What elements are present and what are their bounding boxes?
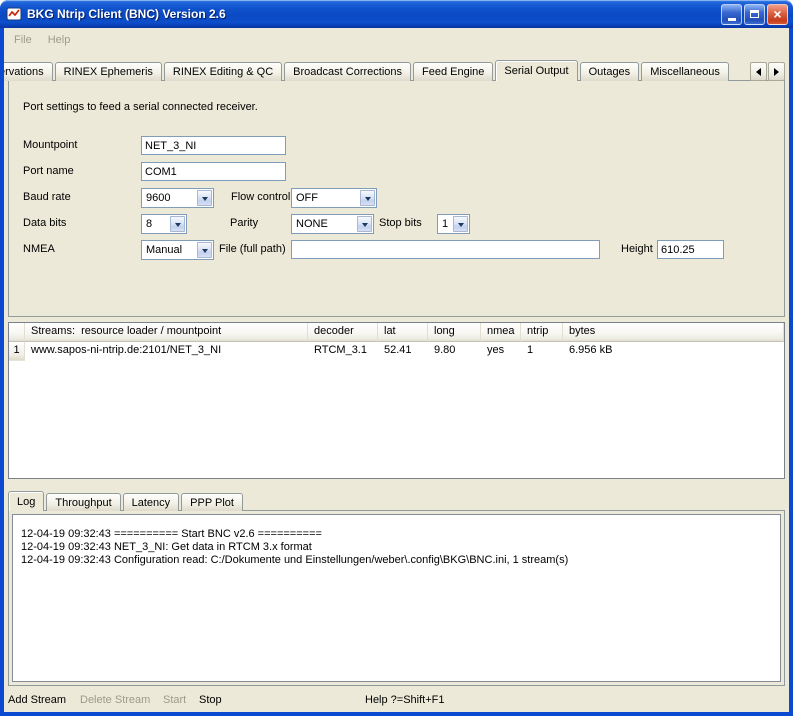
bottom-tab-bar: Log Throughput Latency PPP Plot [8,491,245,511]
menu-help[interactable]: Help [40,31,79,49]
log-line: 12-04-19 09:32:43 NET_3_NI: Get data in … [21,541,772,554]
tab-miscellaneous[interactable]: Miscellaneous [641,62,729,81]
streams-table: Streams: resource loader / mountpoint de… [8,322,785,479]
height-input[interactable] [657,240,724,259]
titlebar[interactable]: BKG Ntrip Client (BNC) Version 2.6 × [0,0,793,28]
add-stream-button[interactable]: Add Stream [8,694,66,706]
cell-nmea: yes [481,342,521,361]
log-panel: 12-04-19 09:32:43 ========== Start BNC v… [8,510,785,686]
col-bytes[interactable]: bytes [563,323,784,342]
mountpoint-label: Mountpoint [23,139,77,151]
tab-scroll-right-button[interactable] [768,62,785,81]
mountpoint-input[interactable] [141,136,286,155]
tab-latency[interactable]: Latency [123,493,180,511]
minimize-button[interactable] [721,4,742,25]
cell-bytes: 6.956 kB [563,342,784,361]
col-mountpoint[interactable]: Streams: resource loader / mountpoint [25,323,308,342]
cell-decoder: RTCM_3.1 [308,342,378,361]
window-controls: × [721,4,788,25]
tab-rinex-editing-qc[interactable]: RINEX Editing & QC [164,62,282,81]
tab-throughput[interactable]: Throughput [46,493,120,511]
log-line: 12-04-19 09:32:43 Configuration read: C:… [21,554,772,567]
stop-button[interactable]: Stop [199,694,222,706]
tab-rinex-ephemeris[interactable]: RINEX Ephemeris [55,62,162,81]
stop-bits-select[interactable]: 1 [437,214,470,234]
baud-rate-label: Baud rate [23,191,71,203]
nmea-select[interactable]: Manual [141,240,214,260]
file-path-input[interactable] [291,240,600,259]
col-ntrip[interactable]: ntrip [521,323,563,342]
menu-file[interactable]: File [6,31,40,49]
dropdown-arrow-icon [197,242,212,258]
start-button[interactable]: Start [163,694,186,706]
data-bits-select[interactable]: 8 [141,214,187,234]
log-output[interactable]: 12-04-19 09:32:43 ========== Start BNC v… [12,514,781,682]
dropdown-arrow-icon [170,216,185,232]
dropdown-arrow-icon [360,190,375,206]
row-number: 1 [9,342,25,361]
parity-label: Parity [230,217,258,229]
app-window: BKG Ntrip Client (BNC) Version 2.6 × Fil… [0,0,793,716]
row-number-header [9,323,25,342]
tab-bar: ervations RINEX Ephemeris RINEX Editing … [4,60,749,81]
cell-mountpoint: www.sapos-ni-ntrip.de:2101/NET_3_NI [25,342,308,361]
tab-scroll-buttons [750,62,785,81]
menubar: File Help [6,30,78,50]
delete-stream-button[interactable]: Delete Stream [80,694,150,706]
file-path-label: File (full path) [219,243,286,255]
flow-control-select[interactable]: OFF [291,188,377,208]
col-lat[interactable]: lat [378,323,428,342]
maximize-button[interactable] [744,4,765,25]
data-bits-label: Data bits [23,217,66,229]
tab-observations[interactable]: ervations [4,62,53,81]
dropdown-arrow-icon [453,216,468,232]
window-title: BKG Ntrip Client (BNC) Version 2.6 [27,7,721,21]
client-area: File Help ervations RINEX Ephemeris RINE… [4,28,789,712]
arrow-left-icon [756,68,761,76]
tab-feed-engine[interactable]: Feed Engine [413,62,493,81]
stop-bits-label: Stop bits [379,217,422,229]
height-label: Height [621,243,653,255]
app-icon [6,6,22,22]
tab-serial-output[interactable]: Serial Output [495,60,577,81]
col-nmea[interactable]: nmea [481,323,521,342]
cell-long: 9.80 [428,342,481,361]
baud-rate-select[interactable]: 9600 [141,188,214,208]
log-line: 12-04-19 09:32:43 ========== Start BNC v… [21,528,772,541]
tab-broadcast-corrections[interactable]: Broadcast Corrections [284,62,411,81]
streams-table-header: Streams: resource loader / mountpoint de… [9,323,784,342]
flow-control-label: Flow control [231,191,290,203]
port-name-input[interactable] [141,162,286,181]
serial-output-panel: Port settings to feed a serial connected… [8,80,785,317]
arrow-right-icon [774,68,779,76]
tab-scroll-left-button[interactable] [750,62,767,81]
dropdown-arrow-icon [197,190,212,206]
stream-row[interactable]: 1 www.sapos-ni-ntrip.de:2101/NET_3_NI RT… [9,342,784,361]
tab-log[interactable]: Log [8,491,44,511]
help-button[interactable]: Help ?=Shift+F1 [365,694,445,706]
port-name-label: Port name [23,165,74,177]
col-long[interactable]: long [428,323,481,342]
nmea-label: NMEA [23,243,55,255]
panel-description: Port settings to feed a serial connected… [23,101,258,113]
parity-select[interactable]: NONE [291,214,374,234]
tab-ppp-plot[interactable]: PPP Plot [181,493,243,511]
cell-lat: 52.41 [378,342,428,361]
col-decoder[interactable]: decoder [308,323,378,342]
close-button[interactable]: × [767,4,788,25]
dropdown-arrow-icon [357,216,372,232]
tab-outages[interactable]: Outages [580,62,640,81]
cell-ntrip: 1 [521,342,563,361]
